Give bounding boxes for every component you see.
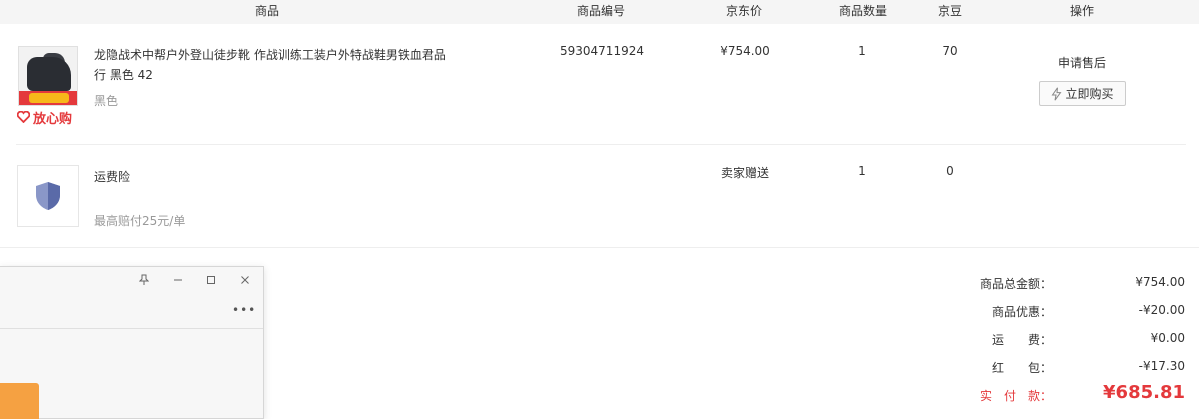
window-divider <box>0 328 263 329</box>
maximize-button[interactable] <box>204 273 218 287</box>
table-header: 商品 商品编号 京东价 商品数量 京豆 操作 <box>0 0 1199 24</box>
header-price: 京东价 <box>725 4 762 18</box>
insurance-name: 运费险 <box>94 170 131 184</box>
product-jingdou: 70 <box>942 44 958 58</box>
lightning-icon <box>1052 87 1062 100</box>
summary-label-red-packet: 红 包： <box>991 361 1052 375</box>
summary-label-total: 实 付 款： <box>979 389 1052 403</box>
header-product: 商品 <box>254 4 279 18</box>
trust-badge: 放心购 <box>17 109 73 127</box>
more-options-button[interactable]: ••• <box>232 303 256 317</box>
row-divider <box>16 144 1186 145</box>
insurance-description: 最高赔付25元/单 <box>94 214 186 228</box>
summary-value-discount: -¥20.00 <box>1138 303 1185 317</box>
insurance-price: 卖家赠送 <box>720 166 769 180</box>
product-name-link[interactable]: 龙隐战术中帮户外登山徒步靴 作战训练工装户外特战鞋男铁血君品行 黑色 42 <box>94 45 454 85</box>
summary-label-discount: 商品优惠： <box>991 305 1052 319</box>
close-button[interactable] <box>238 273 252 287</box>
buy-now-button[interactable]: 立即购买 <box>1039 81 1126 106</box>
shield-icon <box>36 182 60 210</box>
floating-window[interactable]: ••• <box>0 266 264 419</box>
summary-value-total: ¥685.81 <box>1103 382 1185 403</box>
header-quantity: 商品数量 <box>838 4 887 18</box>
insurance-thumbnail <box>17 165 79 227</box>
minimize-button[interactable] <box>171 273 185 287</box>
product-thumbnail[interactable] <box>18 46 78 106</box>
header-jingdou: 京豆 <box>937 4 962 18</box>
section-divider <box>0 247 1199 248</box>
insurance-jingdou: 0 <box>946 164 954 178</box>
pin-icon <box>139 274 149 285</box>
insurance-quantity: 1 <box>858 164 866 178</box>
summary-value-shipping: ¥0.00 <box>1150 331 1185 345</box>
summary-label-subtotal: 商品总金额： <box>979 277 1052 291</box>
product-quantity: 1 <box>858 44 866 58</box>
summary-value-subtotal: ¥754.00 <box>1135 275 1185 289</box>
orange-block[interactable] <box>0 383 39 419</box>
buy-now-label: 立即购买 <box>1065 87 1114 101</box>
header-actions: 操作 <box>1069 4 1094 18</box>
header-sku: 商品编号 <box>576 4 625 18</box>
product-sku: 59304711924 <box>560 44 644 58</box>
trust-badge-label: 放心购 <box>33 111 73 127</box>
apply-after-sale-link[interactable]: 申请售后 <box>1042 54 1122 71</box>
heart-icon <box>17 111 30 123</box>
product-color: 黑色 <box>94 94 119 108</box>
summary-label-shipping: 运 费： <box>991 333 1052 347</box>
minimize-icon <box>174 279 182 281</box>
summary-value-red-packet: -¥17.30 <box>1138 359 1185 373</box>
product-price: ¥754.00 <box>720 44 770 58</box>
pin-button[interactable] <box>137 273 151 287</box>
maximize-icon <box>207 276 215 284</box>
close-icon <box>241 276 249 284</box>
